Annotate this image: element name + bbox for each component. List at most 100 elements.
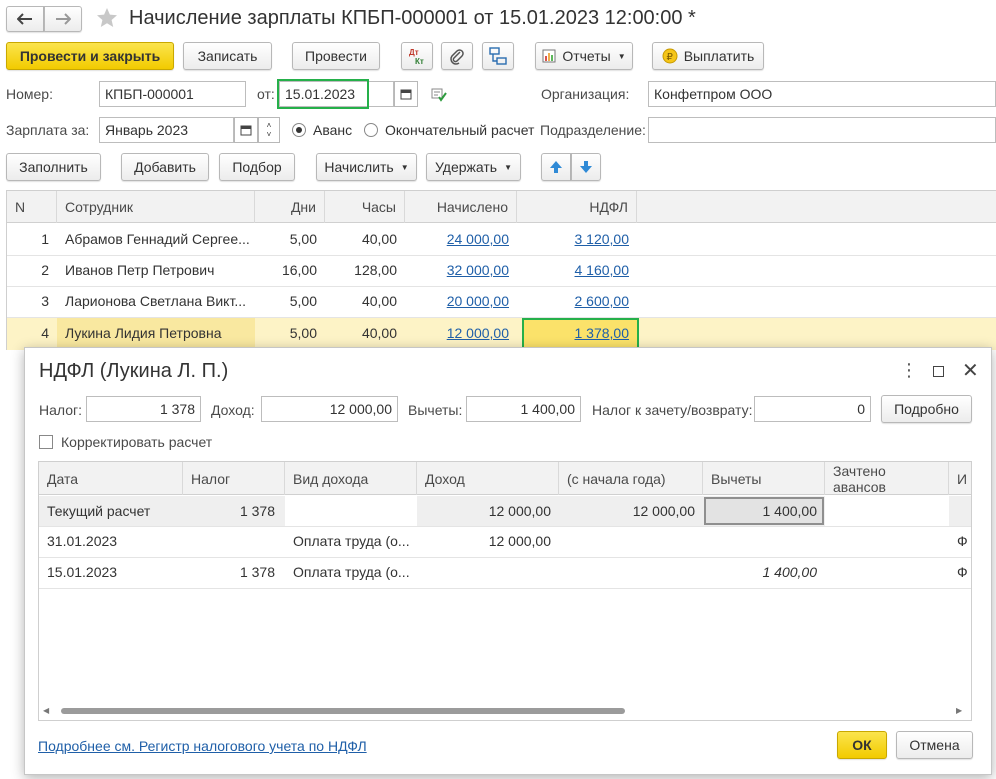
calendar-icon [240,125,252,136]
col-ndfl[interactable]: НДФЛ [517,191,637,223]
period-calendar-button[interactable] [234,117,258,143]
row-accrued-link[interactable]: 20 000,00 [405,293,509,309]
reports-button[interactable]: Отчеты ▼ [535,42,633,70]
col-income[interactable]: Доход [417,462,559,495]
save-button[interactable]: Записать [183,42,272,70]
stepper-up-icon: ˄ [266,121,272,130]
salary-for-label: Зарплата за: [6,122,90,138]
row-accrued-link[interactable]: 12 000,00 [405,325,509,341]
post-button[interactable]: Провести [292,42,380,70]
more-icon[interactable]: ⋮ [900,360,918,381]
horizontal-scrollbar[interactable] [61,708,625,714]
grid-row-current[interactable]: Текущий расчет 1 378 12 000,00 12 000,00… [39,496,971,526]
col-income-kind[interactable]: Вид дохода [285,462,417,495]
move-down-button[interactable] [571,153,601,181]
arrow-down-icon [580,161,592,173]
correct-checkbox[interactable]: Корректировать расчет [39,434,212,450]
deduct-button[interactable]: Удержать ▼ [426,153,521,181]
grid-date: 31.01.2023 [47,533,118,549]
deductions-field[interactable]: 1 400,00 [466,396,581,422]
col-ytd[interactable]: (с начала года) [559,462,703,495]
refund-field[interactable]: 0 [754,396,871,422]
salary-period-field[interactable]: Январь 2023 [99,117,234,143]
row-ndfl-link[interactable]: 3 120,00 [517,231,630,247]
number-field[interactable]: КПБП-000001 [99,81,246,107]
table-row-selected[interactable]: 4 Лукина Лидия Петровна 5,00 40,00 12 00… [7,318,996,350]
post-and-close-button[interactable]: Провести и закрыть [6,42,174,70]
pay-button[interactable]: ₽ Выплатить [652,42,764,70]
ndfl-grid: Дата Налог Вид дохода Доход (с начала го… [38,461,972,721]
window-title: Начисление зарплаты КПБП-000001 от 15.01… [129,7,696,29]
pick-button[interactable]: Подбор [219,153,295,181]
row-days: 5,00 [289,293,317,309]
grid-row[interactable]: 31.01.2023 Оплата труда (о... 12 000,00 … [39,527,971,557]
tax-label: Налог: [39,402,83,418]
status-check-icon[interactable] [431,88,447,102]
scroll-left-icon[interactable]: ◀ [43,706,49,715]
details-button[interactable]: Подробно [881,395,972,423]
row-accrued-link[interactable]: 32 000,00 [405,262,509,278]
grid-deductions: 1 400,00 [762,564,818,580]
ndfl-register-link[interactable]: Подробнее см. Регистр налогового учета п… [38,738,367,754]
radio-advance-label: Аванс [313,122,353,138]
col-extra[interactable]: И [949,462,971,495]
correct-checkbox-label: Корректировать расчет [61,434,213,450]
grid-tax: 1 378 [239,503,275,519]
fill-button[interactable]: Заполнить [6,153,101,181]
row-ndfl-link[interactable]: 2 600,00 [517,293,630,309]
cancel-button[interactable]: Отмена [896,731,973,759]
radio-final[interactable]: Окончательный расчет [364,122,534,138]
deductions-label: Вычеты: [408,402,463,418]
close-icon[interactable]: ✕ [962,358,979,383]
star-icon[interactable] [94,6,120,30]
accrue-label: Начислить [324,159,394,175]
grid-kind: Оплата труда (о... [293,533,410,549]
attach-button[interactable] [441,42,473,70]
period-stepper[interactable]: ˄ ˅ [258,117,280,143]
calendar-button[interactable] [394,81,418,107]
col-deductions[interactable]: Вычеты [703,462,825,495]
row-ndfl-link[interactable]: 4 160,00 [517,262,630,278]
col-hours[interactable]: Часы [325,191,405,223]
back-button[interactable] [6,6,44,32]
tax-field[interactable]: 1 378 [86,396,201,422]
division-field[interactable] [648,117,996,143]
table-row[interactable]: 3 Ларионова Светлана Викт... 5,00 40,00 … [7,287,996,317]
structure-icon [489,47,507,65]
radio-final-dot [364,123,378,137]
stepper-down-icon: ˅ [266,130,272,139]
grid-header: Дата Налог Вид дохода Доход (с начала го… [39,462,971,495]
arrow-left-icon [17,13,32,25]
col-employee[interactable]: Сотрудник [57,191,255,223]
maximize-icon[interactable] [933,366,944,377]
col-n[interactable]: N [7,191,57,223]
add-button[interactable]: Добавить [121,153,209,181]
row-employee: Иванов Петр Петрович [65,262,215,278]
income-field[interactable]: 12 000,00 [261,396,398,422]
accrue-button[interactable]: Начислить ▼ [316,153,417,181]
col-accrued[interactable]: Начислено [405,191,517,223]
row-accrued-link[interactable]: 24 000,00 [405,231,509,247]
table-row[interactable]: 2 Иванов Петр Петрович 16,00 128,00 32 0… [7,256,996,286]
radio-advance[interactable]: Аванс [292,122,352,138]
ok-button[interactable]: ОК [837,731,887,759]
move-up-button[interactable] [541,153,571,181]
grid-row[interactable]: 15.01.2023 1 378 Оплата труда (о... 1 40… [39,558,971,588]
row-hours: 40,00 [361,293,397,309]
row-n: 4 [41,325,49,341]
org-field[interactable]: Конфетпром ООО [648,81,996,107]
col-days[interactable]: Дни [255,191,325,223]
row-days: 5,00 [289,325,317,341]
radio-final-label: Окончательный расчет [385,122,535,138]
forward-button[interactable] [44,6,82,32]
row-n: 1 [41,231,49,247]
grid-extra: Ф [957,533,968,549]
row-hours: 128,00 [354,262,397,278]
col-date[interactable]: Дата [39,462,183,495]
dt-kt-button[interactable]: Дт Кт [401,42,433,70]
structure-button[interactable] [482,42,514,70]
scroll-right-icon[interactable]: ▶ [956,706,962,715]
col-advances[interactable]: Зачтено авансов [825,462,949,495]
table-row[interactable]: 1 Абрамов Геннадий Сергее... 5,00 40,00 … [7,224,996,255]
col-tax[interactable]: Налог [183,462,285,495]
